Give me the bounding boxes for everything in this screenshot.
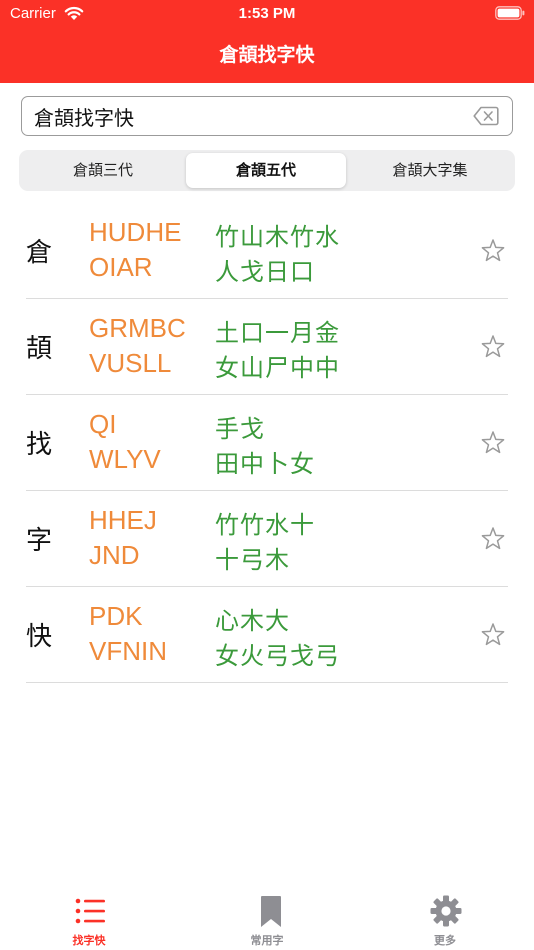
radicals-primary: 竹竹水十 — [215, 511, 315, 539]
result-row[interactable]: 找 QI WLYV 手戈 田中卜女 — [0, 395, 534, 491]
cangjie-code-secondary: JND — [89, 540, 140, 570]
cangjie-code-secondary: VUSLL — [89, 348, 172, 378]
row-separator — [26, 682, 508, 683]
cangjie-code-secondary: OIAR — [89, 252, 153, 282]
cangjie-code-primary: HUDHE — [89, 217, 182, 247]
status-time: 1:53 PM — [238, 5, 296, 22]
list-icon — [75, 898, 105, 924]
delete-left-icon[interactable] — [473, 106, 499, 126]
radicals-secondary: 人戈日口 — [215, 258, 315, 286]
segment-cangjie-3[interactable]: 倉頡三代 — [22, 153, 184, 188]
bookmark-icon — [261, 896, 281, 927]
star-icon[interactable] — [480, 238, 506, 264]
gear-icon — [430, 895, 462, 927]
radicals-secondary: 田中卜女 — [215, 450, 315, 478]
cangjie-code-primary: PDK — [89, 601, 143, 631]
star-icon[interactable] — [480, 430, 506, 456]
tab-find-character[interactable]: 找字快 — [0, 880, 178, 950]
result-character: 頡 — [26, 334, 53, 364]
star-icon[interactable] — [480, 334, 506, 360]
radicals-primary: 土口一月金 — [215, 319, 340, 347]
cangjie-code-primary: HHEJ — [89, 505, 157, 535]
tab-bar: 找字快 常用字 更多 — [0, 880, 534, 950]
radicals-primary: 竹山木竹水 — [215, 223, 340, 251]
search-field[interactable] — [21, 96, 513, 136]
page-title: 倉頡找字快 — [219, 44, 315, 66]
star-icon[interactable] — [480, 526, 506, 552]
result-character: 字 — [26, 526, 53, 556]
result-character: 快 — [26, 622, 53, 652]
dictionary-version-segmented-control: 倉頡三代 倉頡五代 倉頡大字集 — [19, 150, 515, 191]
cangjie-code-primary: QI — [89, 409, 117, 439]
status-bar: Carrier 1:53 PM — [0, 0, 534, 28]
tab-label: 找字快 — [72, 934, 106, 947]
result-row[interactable]: 頡 GRMBC VUSLL 土口一月金 女山尸中中 — [0, 299, 534, 395]
result-character: 找 — [26, 430, 53, 460]
result-row[interactable]: 字 HHEJ JND 竹竹水十 十弓木 — [0, 491, 534, 587]
star-icon[interactable] — [480, 622, 506, 648]
tab-label: 常用字 — [250, 934, 284, 947]
cangjie-code-primary: GRMBC — [89, 313, 186, 343]
radicals-secondary: 十弓木 — [215, 546, 290, 574]
result-character: 倉 — [26, 238, 53, 268]
radicals-primary: 手戈 — [215, 415, 265, 443]
search-input[interactable] — [34, 100, 464, 132]
cangjie-code-secondary: WLYV — [89, 444, 161, 474]
radicals-primary: 心木大 — [215, 607, 290, 635]
tab-more[interactable]: 更多 — [356, 880, 534, 950]
battery-icon — [495, 6, 525, 20]
result-row[interactable]: 快 PDK VFNIN 心木大 女火弓戈弓 — [0, 587, 534, 683]
segment-cangjie-large-set[interactable]: 倉頡大字集 — [348, 153, 512, 188]
tab-common-characters[interactable]: 常用字 — [178, 880, 356, 950]
navigation-header: Carrier 1:53 PM 倉頡找字快 — [0, 0, 534, 83]
tab-label: 更多 — [434, 934, 456, 947]
result-row[interactable]: 倉 HUDHE OIAR 竹山木竹水 人戈日口 — [0, 203, 534, 299]
radicals-secondary: 女火弓戈弓 — [215, 642, 340, 670]
segment-cangjie-5[interactable]: 倉頡五代 — [186, 153, 346, 188]
cangjie-code-secondary: VFNIN — [89, 636, 167, 666]
radicals-secondary: 女山尸中中 — [215, 354, 340, 382]
